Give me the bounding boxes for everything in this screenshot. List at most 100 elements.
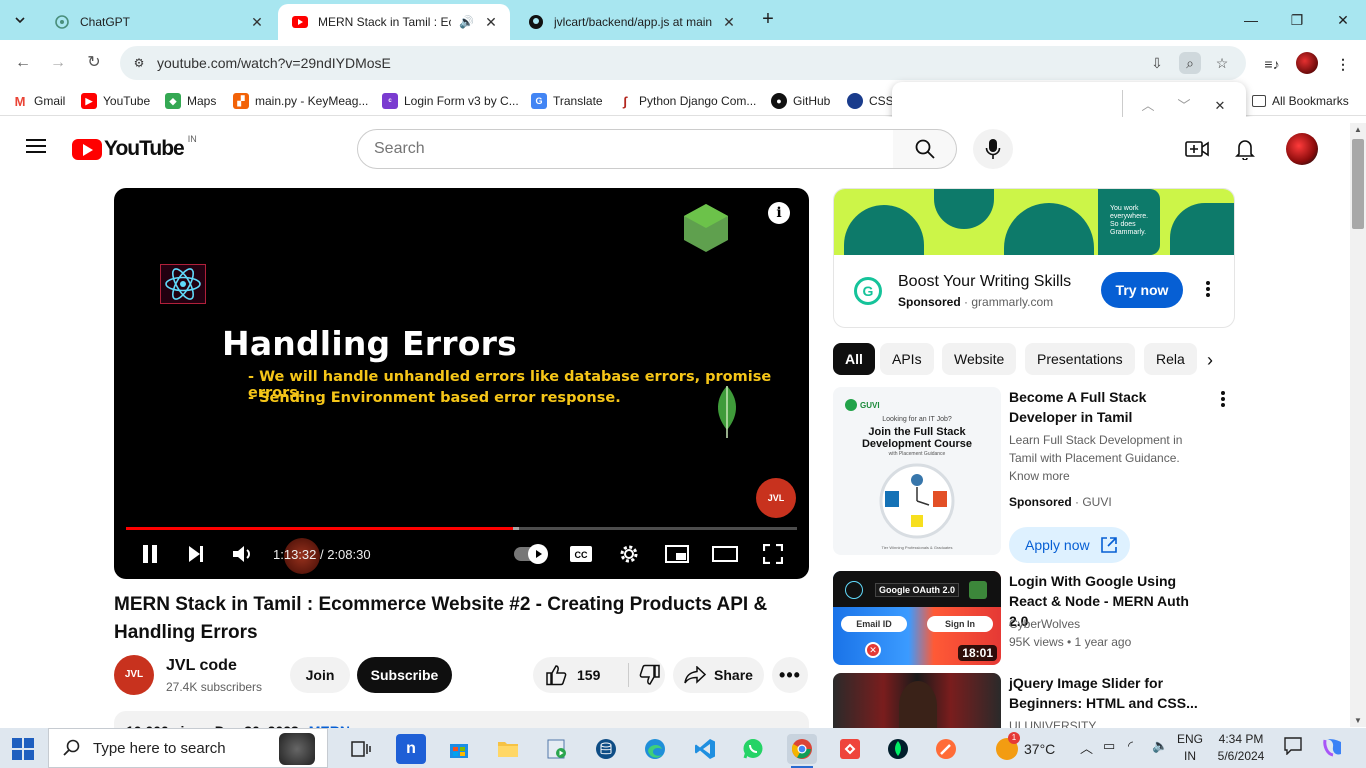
notification-center-icon[interactable] [1284,737,1302,758]
bookmark-maps[interactable]: ◆ Maps [165,92,216,110]
chip-related[interactable]: Rela [1144,343,1197,375]
recommendation-title[interactable]: Become A Full Stack Developer in Tamil [1009,387,1209,427]
apply-now-button[interactable]: Apply now [1009,527,1130,563]
find-next-icon[interactable]: ﹀ [1172,94,1196,118]
info-icon[interactable]: i [768,202,790,224]
language-indicator[interactable]: ENG IN [1172,731,1208,765]
bookmark-translate[interactable]: G Translate [531,92,603,110]
postman-icon[interactable] [931,734,961,764]
more-options-icon[interactable] [1211,387,1235,411]
voice-search-button[interactable] [973,129,1013,169]
scrollbar-thumb[interactable] [1352,139,1364,229]
bookmark-django[interactable]: ʃ Python Django Com... [617,92,756,110]
google-lens-icon[interactable]: ⌕ [1179,52,1201,74]
miniplayer-button[interactable] [664,542,690,566]
tab-chatgpt[interactable]: ChatGPT ✕ [40,4,276,40]
tab-github[interactable]: jvlcart/backend/app.js at main ✕ [514,4,748,40]
tab-youtube[interactable]: MERN Stack in Tamil : Ecom 🔊 ✕ [278,4,510,40]
speaker-icon[interactable]: 🔊 [459,15,474,29]
url-text[interactable]: youtube.com/watch?v=29ndIYDMosE [157,55,391,71]
chip-presentations[interactable]: Presentations [1025,343,1135,375]
notion-app-icon[interactable]: n [396,734,426,764]
microsoft-store-icon[interactable] [444,734,474,764]
find-close-icon[interactable]: ✕ [1208,94,1232,118]
notifications-bell-icon[interactable] [1233,137,1257,161]
search-input[interactable] [357,129,894,169]
settings-button[interactable] [616,542,642,566]
subscribe-button[interactable]: Subscribe [357,657,452,693]
close-tab-icon[interactable]: ✕ [720,14,738,31]
wifi-icon[interactable]: ◜ [1128,738,1133,754]
know-more-link[interactable]: Know more [1009,469,1070,483]
media-controls-icon[interactable]: ≡♪ [1260,52,1284,76]
fullscreen-button[interactable] [760,542,786,566]
channel-name[interactable]: UI UNIVERSITY [1009,717,1209,728]
close-tab-icon[interactable]: ✕ [482,14,500,31]
back-button[interactable]: ← [10,50,36,76]
captions-button[interactable]: CC [568,542,594,566]
ad-title[interactable]: Boost Your Writing Skills [898,273,1071,291]
chrome-icon[interactable] [787,734,817,768]
chrome-menu-icon[interactable]: ⋮ [1331,52,1355,76]
bookmark-replit[interactable]: ▞ main.py - KeyMeag... [233,92,368,110]
clock[interactable]: 4:34 PM 5/6/2024 [1212,731,1270,765]
chip-apis[interactable]: APIs [880,343,934,375]
video-thumbnail[interactable] [833,673,1001,728]
database-app-icon[interactable] [591,734,621,764]
youtube-logo[interactable]: YouTube IN [72,134,197,161]
create-video-icon[interactable] [1185,137,1209,161]
ad-banner[interactable]: You work everywhere. So does Grammarly. [834,189,1234,255]
autoplay-toggle[interactable] [514,544,548,564]
bookmark-github[interactable]: ● GitHub [771,92,830,110]
mongodb-compass-icon[interactable] [883,734,913,764]
bookmark-gmail[interactable]: M Gmail [12,92,65,110]
chevron-right-icon[interactable]: › [1198,348,1222,372]
hamburger-menu-icon[interactable] [24,135,48,159]
site-info-icon[interactable]: ⚙ [130,54,148,72]
chip-website[interactable]: Website [942,343,1017,375]
progress-bar[interactable] [126,527,797,530]
channel-name[interactable]: JVL code [166,657,237,675]
show-hidden-icons[interactable]: ︿ [1080,738,1093,757]
scroll-down-icon[interactable]: ▼ [1350,716,1366,725]
edge-browser-icon[interactable] [640,734,670,764]
video-thumbnail[interactable]: GUVI Looking for an IT Job? Join the Ful… [833,387,1001,555]
video-thumbnail[interactable]: Google OAuth 2.0 Email ID Sign In ✕ 18:0… [833,571,1001,665]
channel-avatar[interactable]: JVL [114,655,154,695]
channel-name[interactable]: CyberWolves [1009,615,1209,633]
tab-search-button[interactable] [8,8,32,32]
file-explorer-icon[interactable] [493,734,523,764]
chip-all[interactable]: All [833,343,875,375]
install-app-icon[interactable]: ⇩ [1146,52,1168,74]
more-actions-button[interactable]: ••• [772,657,808,693]
battery-icon[interactable]: ▭ [1103,738,1115,754]
recommendation-item[interactable]: jQuery Image Slider for Beginners: HTML … [833,673,1233,728]
copilot-icon[interactable] [1322,736,1344,761]
pause-button[interactable] [138,542,162,566]
address-bar[interactable]: ⚙ youtube.com/watch?v=29ndIYDMosE ⇩ ⌕ ☆ [120,46,1246,80]
media-player-icon[interactable] [542,734,572,764]
account-avatar[interactable] [1286,133,1318,165]
channel-watermark[interactable]: JVL [756,478,796,518]
task-view-icon[interactable] [346,734,376,764]
speaker-icon[interactable]: 🔈 [1152,738,1168,754]
bookmark-star-icon[interactable]: ☆ [1211,52,1233,74]
page-scrollbar[interactable]: ▲ ▼ [1350,123,1366,727]
weather-widget[interactable]: 1 37°C [996,732,1055,760]
vscode-icon[interactable] [690,734,720,764]
recommendation-item[interactable]: Google OAuth 2.0 Email ID Sign In ✕ 18:0… [833,571,1233,665]
bookmark-youtube[interactable]: ▶ YouTube [81,92,150,110]
volume-button[interactable] [231,542,255,566]
bookmark-colorlib[interactable]: c Login Form v3 by C... [382,92,519,110]
whatsapp-icon[interactable] [738,734,768,764]
try-now-button[interactable]: Try now [1101,272,1183,308]
close-tab-icon[interactable]: ✕ [248,14,266,31]
recommendation-sponsored[interactable]: GUVI Looking for an IT Job? Join the Ful… [833,387,1233,567]
new-tab-button[interactable]: + [756,8,780,32]
scroll-up-icon[interactable]: ▲ [1350,125,1366,134]
anydesk-icon[interactable] [835,734,865,764]
close-window-button[interactable]: ✕ [1320,6,1366,34]
next-button[interactable] [184,542,208,566]
share-button[interactable]: Share [673,657,764,693]
find-previous-icon[interactable]: ︿ [1136,94,1160,118]
